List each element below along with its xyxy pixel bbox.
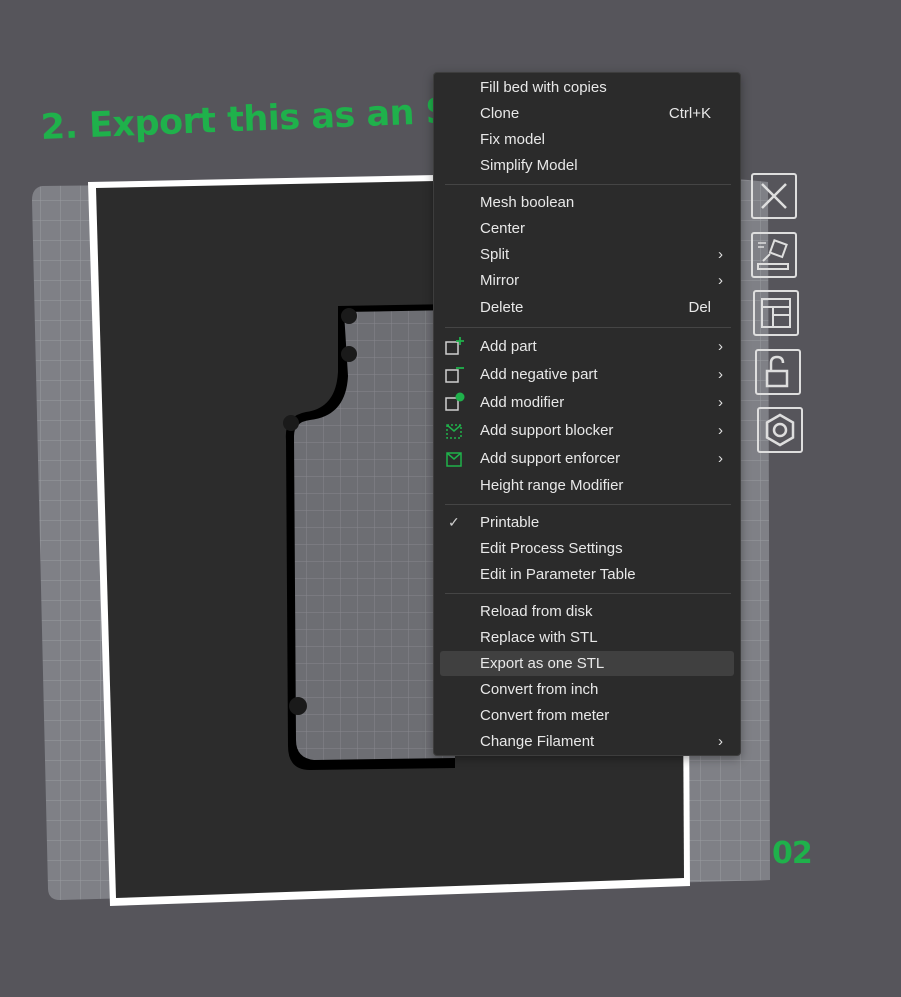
menu-item-label: Add support enforcer [480, 450, 621, 467]
chevron-right-icon: › [718, 366, 723, 383]
menu-item-label: Reload from disk [480, 603, 593, 620]
menu-item-reload-from-disk[interactable]: Reload from disk [440, 599, 734, 624]
menu-item-edit-parameter-table[interactable]: Edit in Parameter Table [440, 562, 734, 587]
step-number: 02 [772, 836, 813, 871]
menu-item-label: Center [480, 220, 526, 237]
menu-item-label: Clone [480, 105, 520, 122]
menu-item-add-modifier[interactable]: Add modifier › [440, 390, 734, 415]
menu-item-label: Fill bed with copies [480, 79, 607, 96]
menu-item-height-range-modifier[interactable]: Height range Modifier [440, 473, 734, 498]
menu-item-add-support-blocker[interactable]: Add support blocker › [440, 418, 734, 443]
chevron-right-icon: › [718, 450, 723, 467]
chevron-right-icon: › [718, 394, 723, 411]
menu-item-add-negative-part[interactable]: Add negative part › [440, 362, 734, 387]
menu-item-fill-bed[interactable]: Fill bed with copies [440, 75, 734, 100]
canvas-viewport[interactable]: 2. Export this as an STL 02 Fill bed wit… [0, 0, 901, 997]
menu-item-add-support-enforcer[interactable]: Add support enforcer › [440, 446, 734, 471]
chevron-right-icon: › [718, 733, 723, 750]
checkmark-icon: ✓ [448, 514, 460, 530]
menu-item-label: Convert from meter [480, 707, 610, 724]
chevron-right-icon: › [718, 338, 723, 355]
menu-item-label: Mirror [480, 272, 520, 289]
close-icon[interactable] [751, 173, 797, 219]
menu-item-label: Export as one STL [480, 655, 605, 672]
chevron-right-icon: › [718, 246, 723, 263]
chevron-right-icon: › [718, 422, 723, 439]
menu-item-edit-process-settings[interactable]: Edit Process Settings [440, 536, 734, 561]
menu-item-fix-model[interactable]: Fix model [440, 127, 734, 152]
menu-item-delete[interactable]: Delete Del [440, 295, 734, 320]
context-menu[interactable]: Fill bed with copies Clone Ctrl+K Fix mo… [433, 72, 741, 756]
add-negative-part-icon [445, 367, 464, 383]
menu-item-label: Height range Modifier [480, 477, 624, 494]
menu-item-label: Replace with STL [480, 629, 598, 646]
add-modifier-icon [445, 392, 465, 411]
menu-item-label: Convert from inch [480, 681, 599, 698]
support-blocker-icon [446, 424, 462, 439]
menu-item-label: Simplify Model [480, 157, 578, 174]
menu-item-label: Add part [480, 338, 537, 355]
menu-item-split[interactable]: Split › [440, 242, 734, 267]
auto-arrange-icon[interactable] [751, 232, 797, 278]
menu-item-label: Add support blocker [480, 422, 614, 439]
menu-item-label: Add modifier [480, 394, 565, 411]
menu-separator [445, 327, 731, 328]
menu-item-convert-from-meter[interactable]: Convert from meter [440, 703, 734, 728]
add-part-icon [445, 337, 464, 355]
menu-item-label: Add negative part [480, 366, 598, 383]
menu-item-label: Edit Process Settings [480, 540, 623, 557]
menu-item-label: Edit in Parameter Table [480, 566, 636, 583]
support-enforcer-icon [446, 452, 462, 467]
menu-item-label: Fix model [480, 131, 546, 148]
menu-item-mesh-boolean[interactable]: Mesh boolean [440, 190, 734, 215]
shortcut-label: Del [688, 299, 711, 316]
menu-separator [445, 593, 731, 594]
layout-icon[interactable] [753, 290, 799, 336]
menu-item-label: Split [480, 246, 510, 263]
menu-item-printable[interactable]: ✓ Printable [440, 510, 734, 535]
menu-item-replace-with-stl[interactable]: Replace with STL [440, 625, 734, 650]
menu-item-convert-from-inch[interactable]: Convert from inch [440, 677, 734, 702]
menu-item-label: Mesh boolean [480, 194, 575, 211]
menu-item-label: Change Filament [480, 733, 595, 750]
unlock-icon[interactable] [755, 349, 801, 395]
menu-separator [445, 504, 731, 505]
menu-item-simplify-model[interactable]: Simplify Model [440, 153, 734, 178]
menu-item-clone[interactable]: Clone Ctrl+K [440, 101, 734, 126]
hexagon-nut-icon[interactable] [757, 407, 803, 453]
menu-item-mirror[interactable]: Mirror › [440, 268, 734, 293]
menu-item-label: Printable [480, 514, 540, 531]
shortcut-label: Ctrl+K [668, 105, 711, 122]
menu-separator [445, 184, 731, 185]
menu-item-add-part[interactable]: Add part › [440, 334, 734, 359]
menu-item-label: Delete [480, 299, 524, 316]
menu-item-export-as-one-stl[interactable]: Export as one STL [440, 651, 734, 676]
menu-item-change-filament[interactable]: Change Filament › [440, 729, 734, 754]
chevron-right-icon: › [718, 272, 723, 289]
menu-item-center[interactable]: Center [440, 216, 734, 241]
